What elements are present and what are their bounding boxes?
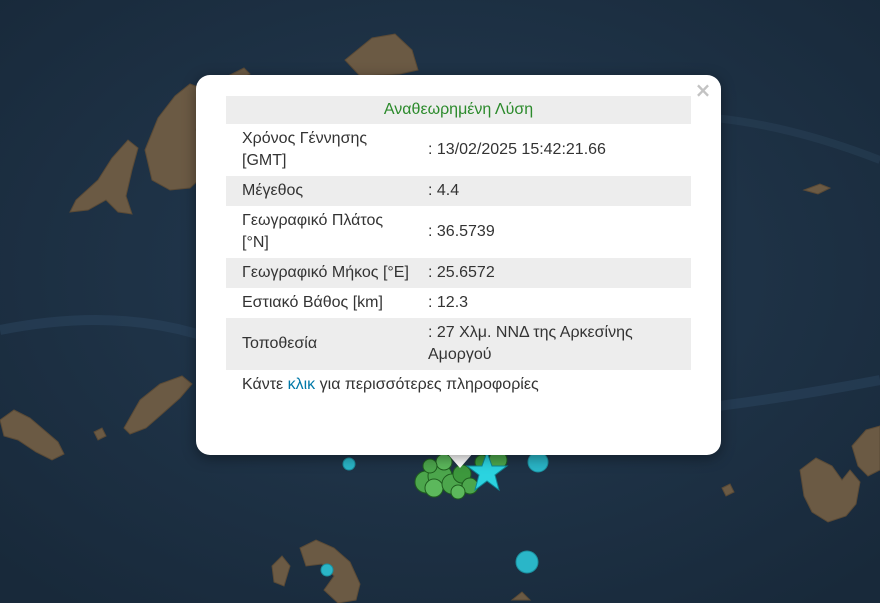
row-label: Τοποθεσία xyxy=(226,318,422,370)
table-row-magnitude: Μέγεθος : 4.4 xyxy=(226,176,691,206)
popup-header: Αναθεωρημένη Λύση xyxy=(226,96,691,124)
table-row-latitude: Γεωγραφικό Πλάτος [°N] : 36.5739 xyxy=(226,206,691,258)
quake-marker[interactable] xyxy=(527,451,549,473)
row-label: Γεωγραφικό Πλάτος [°N] xyxy=(242,212,384,251)
row-label: Μέγεθος xyxy=(226,176,422,206)
table-row-origin-time: Χρόνος Γέννησης [GMT] : 13/02/2025 15:42… xyxy=(226,124,691,176)
quake-marker[interactable] xyxy=(320,563,334,577)
quake-marker[interactable] xyxy=(424,478,444,498)
row-label: Γεωγραφικό Μήκος [°E] xyxy=(226,258,422,288)
close-icon[interactable]: × xyxy=(693,79,713,101)
quake-marker[interactable] xyxy=(450,484,466,500)
more-info-link[interactable]: κλικ xyxy=(288,376,316,393)
row-value: : 27 Χλμ. ΝΝΔ της Αρκεσίνης Αμοργού xyxy=(422,318,691,370)
table-row-longitude: Γεωγραφικό Μήκος [°E] : 25.6572 xyxy=(226,258,691,288)
row-value: : 4.4 xyxy=(422,176,691,206)
row-value: : 12.3 xyxy=(428,294,469,311)
quake-marker[interactable] xyxy=(342,457,356,471)
popup-header-row: Αναθεωρημένη Λύση xyxy=(226,96,691,124)
table-row-location: Τοποθεσία : 27 Χλμ. ΝΝΔ της Αρκεσίνης Αμ… xyxy=(226,318,691,370)
more-info-text: Κάντε κλικ για περισσότερες πληροφορίες xyxy=(226,370,691,400)
table-row-depth: Εστιακό Βάθος [km] : 12.3 xyxy=(226,288,691,318)
row-value: : 13/02/2025 15:42:21.66 xyxy=(428,141,606,158)
more-info-suffix: για περισσότερες πληροφορίες xyxy=(315,376,539,393)
earthquake-info-popup: × Αναθεωρημένη Λύση Χρόνος Γέννησης [GMT… xyxy=(196,75,721,455)
row-label: Εστιακό Βάθος [km] xyxy=(242,294,383,311)
row-value: : 36.5739 xyxy=(428,223,495,240)
row-value: : 25.6572 xyxy=(422,258,691,288)
more-info-prefix: Κάντε xyxy=(242,376,288,393)
row-label: Χρόνος Γέννησης [GMT] xyxy=(242,130,368,169)
quake-marker[interactable] xyxy=(422,458,438,474)
earthquake-info-table: Αναθεωρημένη Λύση Χρόνος Γέννησης [GMT] … xyxy=(226,96,691,400)
table-row-more-info: Κάντε κλικ για περισσότερες πληροφορίες xyxy=(226,370,691,400)
quake-marker[interactable] xyxy=(515,550,539,574)
